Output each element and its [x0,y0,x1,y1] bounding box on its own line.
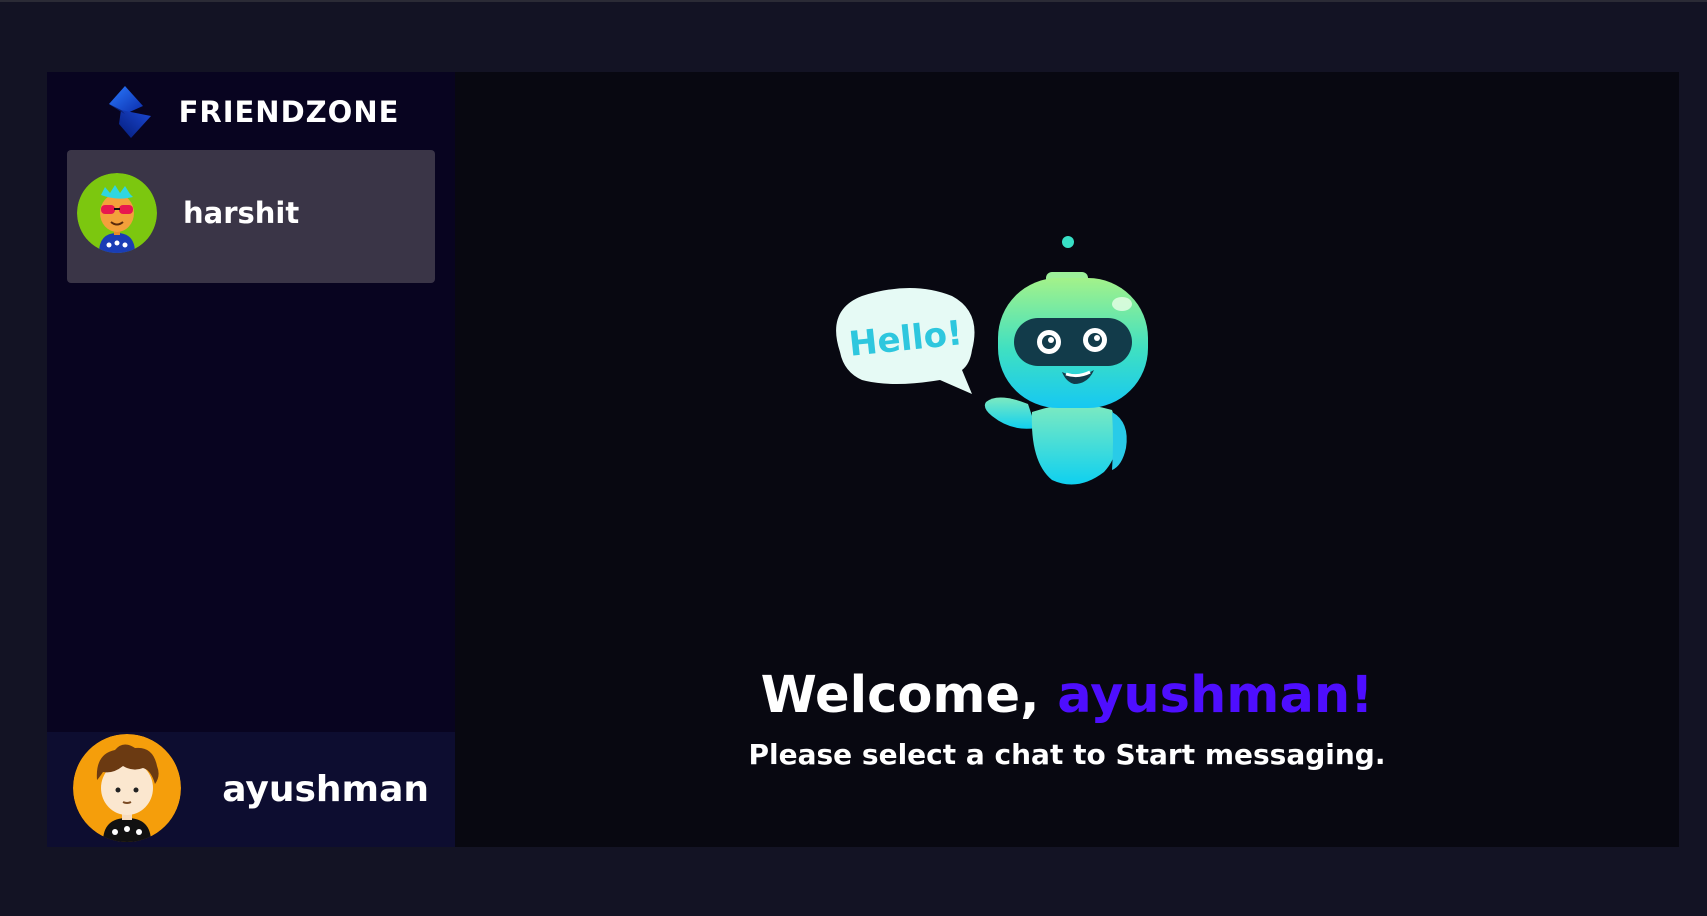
contacts-sidebar: FRIENDZONE harshit ayushman [47,72,455,847]
welcome-subtitle: Please select a chat to Start messaging. [748,738,1386,771]
chat-app-container: FRIENDZONE harshit ayushman Hello! Welco… [47,72,1679,847]
top-border [0,0,1707,2]
brand-logo-icon [108,86,151,138]
welcome-username: ayushman! [1057,666,1374,725]
current-user-bar: ayushman [47,732,455,847]
contact-list: harshit [47,150,455,732]
avatar-ayushman-icon [73,733,181,842]
welcome-heading: Welcome, ayushman! [455,666,1679,725]
current-user-name: ayushman [222,769,429,810]
avatar-harshit-icon [77,172,157,253]
robot-icon: Hello! [836,236,1148,485]
welcome-prefix: Welcome, [760,666,1040,725]
contact-name: harshit [183,195,300,230]
brand-header: FRIENDZONE [47,72,455,150]
welcome-panel: Hello! Welcome, ayushman! Please select … [455,72,1679,847]
contact-item-harshit[interactable]: harshit [67,150,435,283]
brand-name: FRIENDZONE [178,95,400,129]
